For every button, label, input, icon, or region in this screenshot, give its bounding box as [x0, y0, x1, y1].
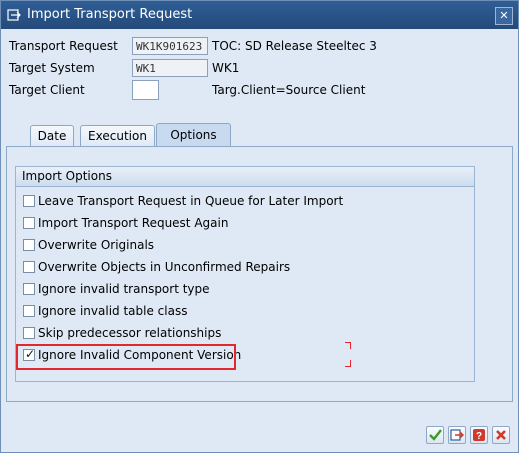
target-system-label: Target System: [9, 61, 95, 75]
checkbox[interactable]: [23, 261, 35, 273]
highlight-box: [16, 344, 236, 370]
checkbox[interactable]: [23, 239, 35, 251]
target-client-label: Target Client: [9, 83, 85, 97]
checkbox[interactable]: [23, 283, 35, 295]
import-icon: [7, 9, 21, 21]
checkmark-icon: [429, 429, 442, 441]
option-label: Skip predecessor relationships: [38, 326, 222, 340]
help-button[interactable]: ?: [470, 426, 488, 444]
focus-bracket-bottom: [345, 360, 351, 367]
option-import-again[interactable]: Import Transport Request Again: [23, 215, 228, 231]
import-transport-dialog: Import Transport Request ✕ Transport Req…: [0, 0, 519, 453]
option-label: Ignore invalid transport type: [38, 282, 210, 296]
close-button[interactable]: ✕: [495, 7, 513, 25]
continue-button[interactable]: [426, 426, 444, 444]
focus-bracket-top: [345, 342, 351, 349]
help-icon: ?: [473, 429, 485, 442]
option-ignore-invalid-table-class[interactable]: Ignore invalid table class: [23, 303, 187, 319]
transport-request-field[interactable]: WK1K901623: [132, 37, 208, 55]
target-system-field[interactable]: WK1: [132, 59, 208, 77]
title-bar: Import Transport Request ✕: [1, 1, 518, 29]
option-label: Import Transport Request Again: [38, 216, 229, 230]
option-overwrite-originals[interactable]: Overwrite Originals: [23, 237, 154, 253]
cancel-button[interactable]: [492, 426, 510, 444]
transport-request-description: TOC: SD Release Steeltec 3: [212, 39, 377, 53]
checkbox[interactable]: [23, 217, 35, 229]
target-system-description: WK1: [212, 61, 240, 75]
window-title: Import Transport Request: [27, 7, 193, 22]
option-label: Overwrite Originals: [38, 238, 155, 252]
option-overwrite-unconfirmed-repairs[interactable]: Overwrite Objects in Unconfirmed Repairs: [23, 259, 290, 275]
checkbox[interactable]: [23, 327, 35, 339]
import-options-title: Import Options: [16, 167, 474, 187]
checkbox[interactable]: [23, 195, 35, 207]
option-label: Overwrite Objects in Unconfirmed Repairs: [38, 260, 291, 274]
option-label: Leave Transport Request in Queue for Lat…: [38, 194, 344, 208]
tab-options[interactable]: Options: [156, 123, 231, 146]
close-icon: ✕: [499, 9, 509, 22]
transport-button[interactable]: [448, 426, 466, 444]
target-client-field[interactable]: [132, 80, 159, 100]
option-label: Ignore invalid table class: [38, 304, 188, 318]
target-client-description: Targ.Client=Source Client: [212, 83, 366, 97]
transport-request-label: Transport Request: [9, 39, 118, 53]
checkbox[interactable]: [23, 305, 35, 317]
option-ignore-invalid-transport-type[interactable]: Ignore invalid transport type: [23, 281, 210, 297]
option-skip-predecessor[interactable]: Skip predecessor relationships: [23, 325, 221, 341]
transport-icon: [450, 429, 464, 441]
svg-text:?: ?: [476, 431, 482, 442]
tab-execution[interactable]: Execution: [80, 125, 155, 146]
option-leave-in-queue[interactable]: Leave Transport Request in Queue for Lat…: [23, 193, 343, 209]
cancel-icon: [496, 430, 506, 440]
tab-date[interactable]: Date: [30, 125, 74, 146]
